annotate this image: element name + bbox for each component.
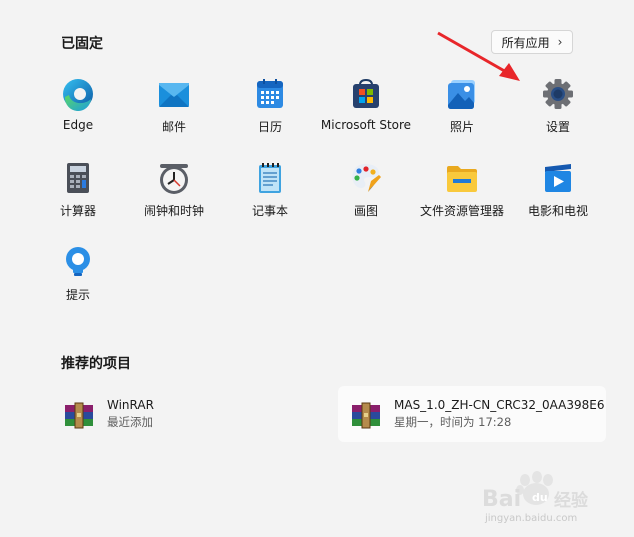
- mail-icon: [157, 77, 191, 111]
- recommended-item-name: WinRAR: [107, 398, 154, 412]
- pinned-app-paint[interactable]: 画图: [320, 161, 412, 231]
- pinned-app-file-explorer[interactable]: 文件资源管理器: [416, 161, 508, 231]
- pinned-app-calendar[interactable]: 日历: [224, 77, 316, 147]
- pinned-section-title: 已固定: [61, 36, 103, 52]
- pinned-app-photos[interactable]: 照片: [416, 77, 508, 147]
- calculator-icon: [61, 161, 95, 195]
- recommended-item-mas-archive[interactable]: MAS_1.0_ZH-CN_CRC32_0AA398E6 星期一，时间为 17:…: [338, 386, 606, 442]
- app-label: 设置: [545, 120, 570, 134]
- app-label: 日历: [257, 120, 282, 134]
- app-label: Microsoft Store: [320, 118, 412, 132]
- all-apps-label: 所有应用: [501, 35, 550, 50]
- pinned-app-settings[interactable]: 设置: [512, 77, 604, 147]
- svg-text:du: du: [532, 491, 548, 504]
- app-label: 提示: [65, 288, 90, 302]
- photos-icon: [445, 77, 479, 111]
- clock-icon: [157, 161, 191, 195]
- app-label: 画图: [353, 204, 378, 218]
- app-label: 照片: [449, 120, 474, 134]
- store-icon: [349, 77, 383, 111]
- recommended-item-subtitle: 星期一，时间为 17:28: [394, 415, 512, 429]
- play-icon: [541, 161, 575, 195]
- app-label: Edge: [62, 118, 94, 132]
- recommended-section-title: 推荐的项目: [61, 356, 131, 372]
- pinned-app-clock[interactable]: 闹钟和时钟: [128, 161, 220, 231]
- pinned-app-microsoft-store[interactable]: Microsoft Store: [318, 77, 414, 147]
- svg-text:Bai: Bai: [482, 487, 521, 512]
- watermark-subtext: jingyan.baidu.com: [485, 513, 578, 524]
- pinned-app-calculator[interactable]: 计算器: [32, 161, 124, 231]
- gear-icon: [541, 77, 575, 111]
- app-label: 电影和电视: [527, 204, 588, 218]
- pinned-app-tips[interactable]: 提示: [32, 245, 124, 315]
- pinned-app-mail[interactable]: 邮件: [128, 77, 220, 147]
- svg-text:经验: 经验: [554, 490, 589, 511]
- winrar-icon: [61, 396, 97, 432]
- pinned-app-movies-tv[interactable]: 电影和电视: [512, 161, 604, 231]
- notepad-icon: [253, 161, 287, 195]
- all-apps-button[interactable]: 所有应用 ›: [491, 30, 573, 54]
- winrar-archive-icon: [348, 396, 384, 432]
- recommended-item-subtitle: 最近添加: [107, 415, 153, 429]
- calendar-icon: [253, 77, 287, 111]
- app-label: 记事本: [251, 204, 288, 218]
- app-label: 文件资源管理器: [419, 204, 504, 218]
- pinned-app-notepad[interactable]: 记事本: [224, 161, 316, 231]
- recommended-item-name: MAS_1.0_ZH-CN_CRC32_0AA398E6: [394, 398, 605, 412]
- recommended-item-winrar[interactable]: WinRAR 最近添加: [61, 386, 301, 442]
- app-label: 计算器: [59, 204, 96, 218]
- folder-icon: [445, 161, 479, 195]
- edge-icon: [61, 77, 95, 111]
- chevron-right-icon: ›: [557, 35, 563, 49]
- paint-palette-icon: [349, 161, 383, 195]
- app-label: 邮件: [161, 120, 186, 134]
- app-label: 闹钟和时钟: [143, 204, 204, 218]
- pinned-app-edge[interactable]: Edge: [32, 77, 124, 147]
- lightbulb-icon: [61, 245, 95, 279]
